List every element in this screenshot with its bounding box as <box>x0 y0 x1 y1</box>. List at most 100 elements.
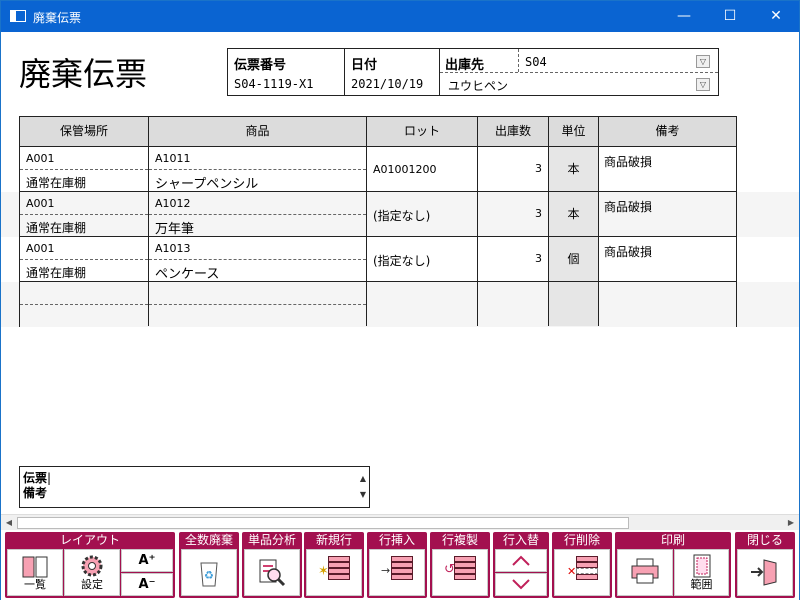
date-label: 日付 <box>351 58 378 73</box>
col-header-qty[interactable]: 出庫数 <box>478 117 549 147</box>
list-layout-button[interactable]: 一覧 <box>7 549 63 596</box>
table-row[interactable]: A001 通常在庫棚 A1011 シャープペンシル A01001200 3 本 商品… <box>20 147 736 192</box>
col-header-lot[interactable]: ロット <box>367 117 478 147</box>
maximize-button[interactable]: ☐ <box>707 1 753 32</box>
print-range-icon <box>693 554 710 578</box>
col-header-location[interactable]: 保管場所 <box>20 117 149 147</box>
window-title: 廃棄伝票 <box>33 11 82 25</box>
discard-all-group: 全数廃棄 ♻ <box>179 532 239 598</box>
copy-row-button[interactable]: ↺ <box>432 549 488 596</box>
list-layout-label: 一覧 <box>24 578 46 591</box>
memo-scrollbar[interactable]: ▲ ▼ <box>360 471 366 503</box>
insert-row-button[interactable]: → <box>369 549 425 596</box>
location-code[interactable]: A001 <box>26 242 55 255</box>
dest-label: 出庫先 <box>445 58 485 73</box>
exit-door-icon <box>751 559 777 586</box>
copy-row-label: 行複製 <box>441 533 478 547</box>
delete-row-label: 行削除 <box>563 533 600 547</box>
print-range-button[interactable]: 範囲 <box>674 549 729 596</box>
arrow-up-icon <box>512 555 530 566</box>
new-row-button[interactable]: ✶ <box>306 549 362 596</box>
table-row[interactable]: A001 通常在庫棚 A1012 万年筆 (指定なし) 3 本 商品破損 <box>20 192 736 237</box>
layout-group: レイアウト 一覧 設定 A⁺ A⁻ <box>5 532 175 598</box>
delete-row-group: 行削除 ✕ <box>552 532 612 598</box>
list-layout-icon <box>22 556 48 578</box>
dest-name-value[interactable]: ユウヒペン <box>448 77 508 94</box>
close-button[interactable]: ✕ <box>753 1 799 32</box>
note-value[interactable]: 商品破損 <box>604 153 652 170</box>
item-name[interactable]: ペンケース <box>155 263 219 282</box>
new-row-icon: ✶ <box>318 556 350 580</box>
location-name[interactable]: 通常在庫棚 <box>26 174 86 191</box>
recycle-bin-icon: ♻ <box>200 562 218 587</box>
lot-value[interactable]: (指定なし) <box>373 252 430 269</box>
horizontal-scrollbar[interactable]: ◀ ▶ <box>1 514 799 530</box>
lot-value[interactable]: (指定なし) <box>373 207 430 224</box>
lot-value[interactable]: A01001200 <box>373 163 437 176</box>
slip-no-cell: 伝票番号 S04-1119-X1 <box>228 49 345 95</box>
qty-value[interactable]: 3 <box>478 237 549 281</box>
item-name[interactable]: 万年筆 <box>155 218 194 237</box>
location-code[interactable]: A001 <box>26 152 55 165</box>
discard-all-button[interactable]: ♻ <box>181 549 237 596</box>
layout-group-label: レイアウト <box>59 533 120 547</box>
unit-value: 本 <box>549 192 599 236</box>
location-name[interactable]: 通常在庫棚 <box>26 264 86 281</box>
move-row-up-button[interactable] <box>495 549 547 572</box>
item-code[interactable]: A1011 <box>155 152 191 165</box>
qty-value[interactable]: 3 <box>478 192 549 236</box>
date-cell: 日付 2021/10/19 <box>345 49 440 95</box>
qty-value[interactable]: 3 <box>478 147 549 191</box>
print-button[interactable] <box>617 549 673 596</box>
discard-all-label: 全数廃棄 <box>184 533 233 547</box>
note-value[interactable]: 商品破損 <box>604 198 652 215</box>
font-larger-button[interactable]: A⁺ <box>121 549 173 572</box>
copy-row-group: 行複製 ↺ <box>430 532 490 598</box>
date-value[interactable]: 2021/10/19 <box>351 77 423 91</box>
item-analysis-button[interactable] <box>244 549 300 596</box>
col-header-note[interactable]: 備考 <box>599 117 736 147</box>
print-group: 印刷 範囲 <box>615 532 731 598</box>
minimize-button[interactable]: — <box>661 1 707 32</box>
table-row-empty[interactable] <box>20 282 736 327</box>
new-row-label: 新規行 <box>315 533 352 547</box>
location-code[interactable]: A001 <box>26 197 55 210</box>
slip-header: 伝票番号 S04-1119-X1 日付 2021/10/19 出庫先 S04 ▽… <box>227 48 719 96</box>
dest-code-dropdown-icon[interactable]: ▽ <box>696 55 710 68</box>
unit-value: 個 <box>549 237 599 281</box>
table-row[interactable]: A001 通常在庫棚 A1013 ペンケース (指定なし) 3 個 商品破損 <box>20 237 736 282</box>
insert-row-group: 行挿入 → <box>367 532 427 598</box>
close-group-label: 閉じる <box>746 533 783 547</box>
layout-settings-button[interactable]: 設定 <box>64 549 120 596</box>
item-name[interactable]: シャープペンシル <box>155 173 258 192</box>
dest-cell: 出庫先 S04 ▽ ユウヒペン ▽ <box>440 49 718 95</box>
memo-label-line1: 伝票 <box>23 471 48 485</box>
scrollbar-thumb[interactable] <box>17 517 629 529</box>
slip-memo-field[interactable]: 伝票| 備考 ▲ ▼ <box>19 466 370 508</box>
app-icon <box>10 10 26 22</box>
font-smaller-button[interactable]: A⁻ <box>121 573 173 596</box>
scroll-left-icon[interactable]: ◀ <box>2 516 16 530</box>
scroll-right-icon[interactable]: ▶ <box>784 516 798 530</box>
insert-row-icon: → <box>381 556 413 580</box>
location-name[interactable]: 通常在庫棚 <box>26 219 86 236</box>
item-code[interactable]: A1012 <box>155 197 191 210</box>
page-title: 廃棄伝票 <box>19 55 148 93</box>
note-value[interactable]: 商品破損 <box>604 243 652 260</box>
font-larger-icon: A⁺ <box>138 553 156 568</box>
memo-label-line2: 備考 <box>23 486 48 500</box>
swap-row-group: 行入替 <box>493 532 549 598</box>
dest-name-dropdown-icon[interactable]: ▽ <box>696 78 710 91</box>
svg-text:♻: ♻ <box>204 569 214 582</box>
col-header-unit[interactable]: 単位 <box>549 117 599 147</box>
move-row-down-button[interactable] <box>495 573 547 596</box>
col-header-item[interactable]: 商品 <box>149 117 367 147</box>
scroll-up-icon: ▲ <box>359 474 366 483</box>
item-code[interactable]: A1013 <box>155 242 191 255</box>
slip-no-value[interactable]: S04-1119-X1 <box>234 77 313 91</box>
dest-code-value[interactable]: S04 <box>525 55 547 69</box>
close-form-button[interactable] <box>737 549 793 596</box>
delete-row-button[interactable]: ✕ <box>554 549 610 596</box>
scroll-down-icon: ▼ <box>359 490 366 499</box>
swap-row-label: 行入替 <box>502 533 539 547</box>
